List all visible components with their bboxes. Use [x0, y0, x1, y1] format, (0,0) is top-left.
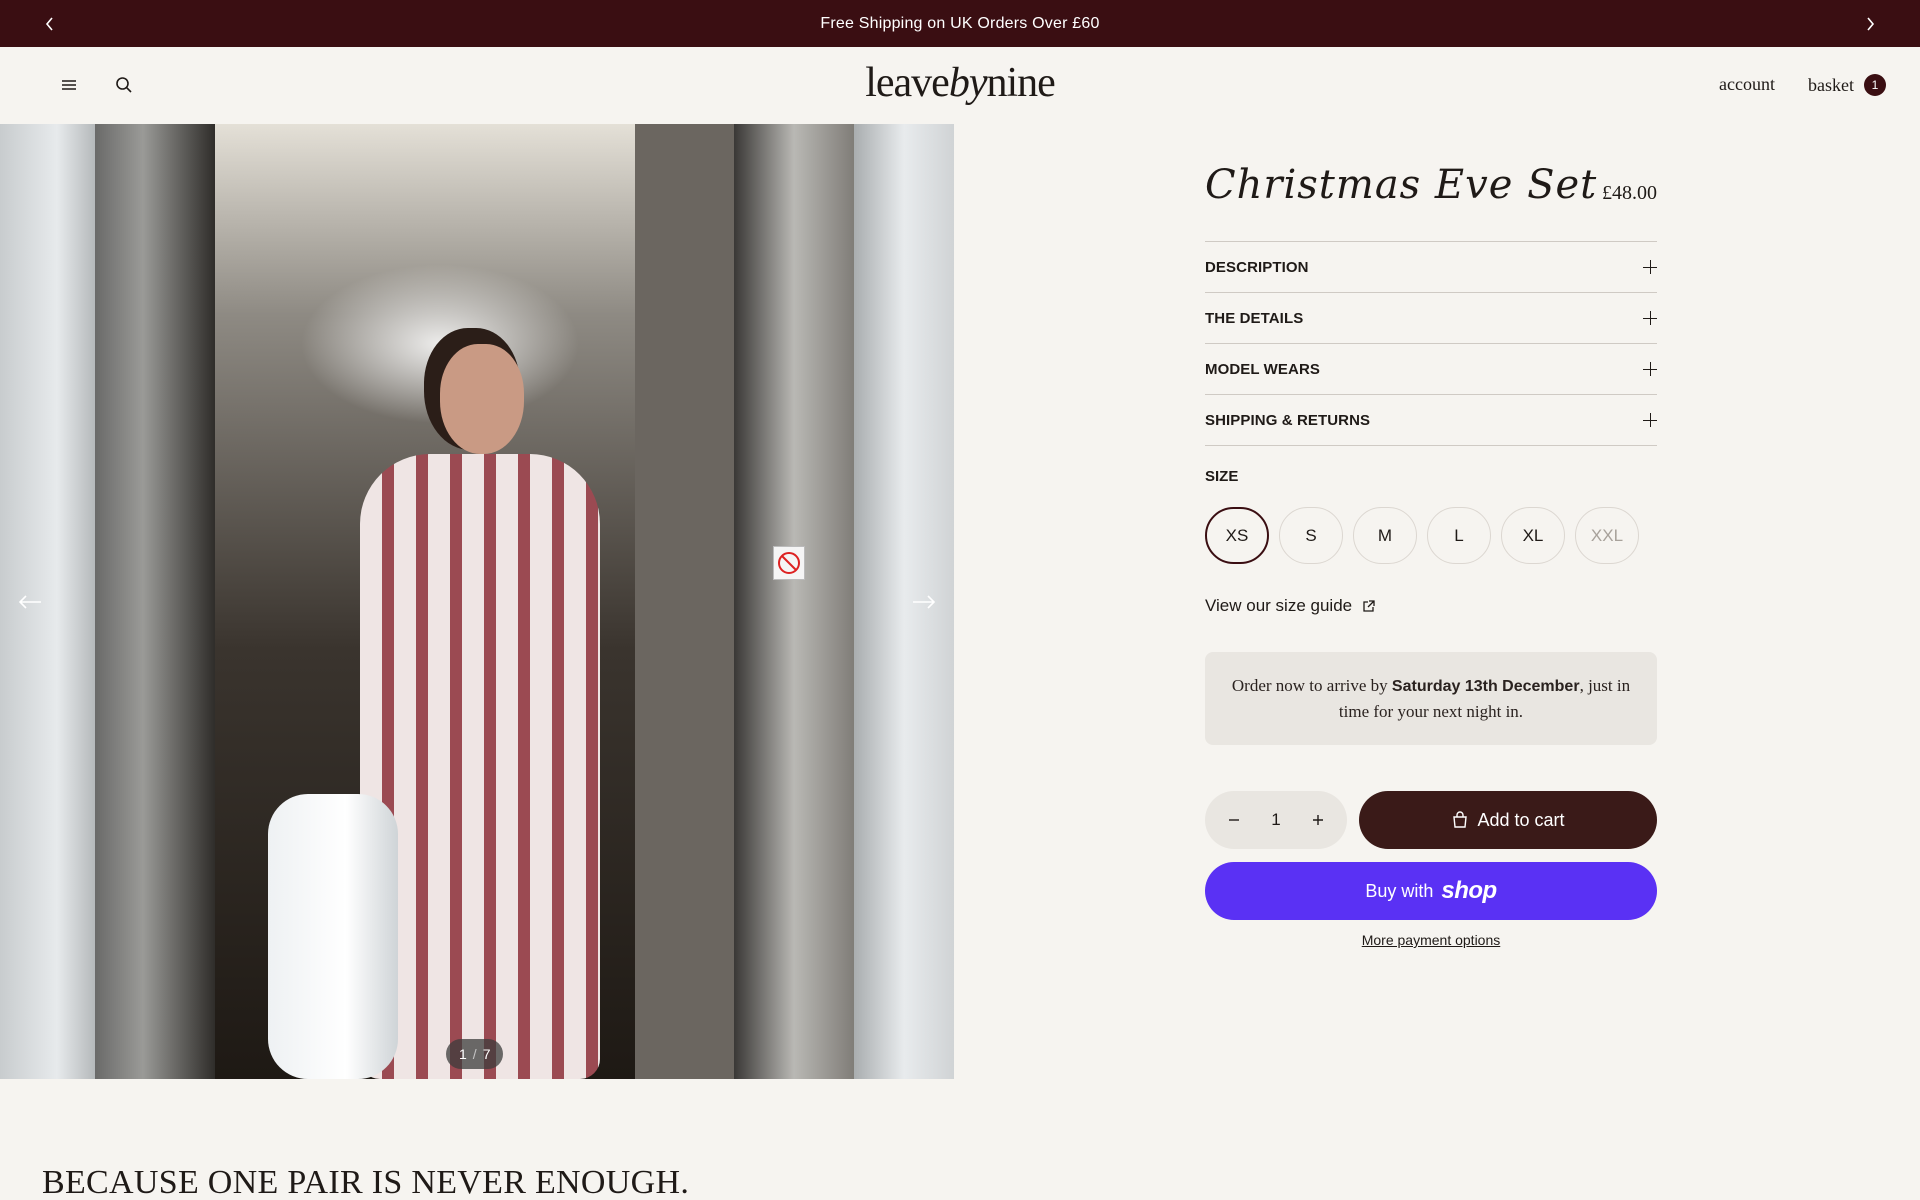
logo-text-leave: leave [865, 60, 950, 106]
site-header: leavebynine account basket 1 [0, 47, 1920, 124]
accordion-label: MODEL WEARS [1205, 360, 1320, 378]
size-selector: XS S M L XL XXL [1205, 507, 1657, 564]
gallery-next-button[interactable] [904, 582, 944, 622]
more-payment-options-link[interactable]: More payment options [1205, 932, 1657, 948]
product-price: £48.00 [1602, 182, 1657, 204]
gallery-current-index: 1 [459, 1046, 467, 1062]
plus-icon [1643, 311, 1657, 325]
size-option-l[interactable]: L [1427, 507, 1491, 564]
delivery-estimate: Order now to arrive by Saturday 13th Dec… [1205, 652, 1657, 745]
quantity-value[interactable]: 1 [1271, 810, 1280, 830]
quantity-increase-button[interactable] [1307, 809, 1329, 831]
add-to-cart-button[interactable]: Add to cart [1359, 791, 1657, 849]
cart-row: 1 Add to cart [1205, 791, 1657, 849]
size-option-xs[interactable]: XS [1205, 507, 1269, 564]
basket-count-badge: 1 [1864, 74, 1886, 96]
announcement-bar: Free Shipping on UK Orders Over £60 [0, 0, 1920, 47]
accordion-label: SHIPPING & RETURNS [1205, 411, 1371, 429]
site-logo[interactable]: leavebynine [865, 59, 1056, 107]
size-option-s[interactable]: S [1279, 507, 1343, 564]
quantity-stepper: 1 [1205, 791, 1347, 849]
shop-pay-logo: shop [1441, 877, 1497, 904]
buy-with-shop-button[interactable]: Buy with shop [1205, 862, 1657, 920]
product-photo-model [268, 224, 640, 1079]
gallery-counter-separator: / [472, 1046, 477, 1062]
arrow-left-icon [18, 595, 41, 609]
no-smoking-sign-icon [773, 546, 805, 580]
size-label: SIZE [1205, 468, 1239, 485]
search-icon [116, 77, 132, 93]
gallery-total-count: 7 [482, 1046, 491, 1062]
size-option-xxl[interactable]: XXL [1575, 507, 1639, 564]
logo-text-nine: nine [986, 60, 1055, 106]
add-to-cart-label: Add to cart [1477, 809, 1565, 830]
search-button[interactable] [113, 74, 135, 96]
external-link-icon [1363, 599, 1375, 612]
plus-icon [1643, 413, 1657, 427]
product-title-row: Christmas Eve Set £48.00 [1205, 124, 1657, 242]
accordion-label: THE DETAILS [1205, 309, 1304, 327]
chevron-left-icon [45, 16, 53, 31]
account-link[interactable]: account [1719, 74, 1775, 95]
product-image-gallery[interactable]: 1 / 7 [0, 124, 954, 1079]
basket-link[interactable]: basket 1 [1808, 74, 1886, 96]
plus-icon [1313, 815, 1323, 825]
accordion-description[interactable]: DESCRIPTION [1205, 242, 1657, 293]
size-option-xl[interactable]: XL [1501, 507, 1565, 564]
hamburger-icon [62, 80, 76, 90]
announcement-prev-button[interactable] [36, 10, 64, 38]
announcement-text: Free Shipping on UK Orders Over £60 [820, 14, 1100, 32]
accordion-the-details[interactable]: THE DETAILS [1205, 293, 1657, 344]
chevron-right-icon [1867, 16, 1875, 31]
buy-with-label: Buy with [1365, 880, 1434, 901]
shopping-bag-icon [1453, 811, 1468, 828]
delivery-date: Saturday 13th December [1391, 678, 1580, 695]
accordion-shipping-returns[interactable]: SHIPPING & RETURNS [1205, 395, 1657, 446]
menu-button[interactable] [58, 74, 80, 96]
basket-label: basket [1808, 74, 1854, 95]
quantity-decrease-button[interactable] [1223, 809, 1245, 831]
arrow-right-icon [913, 595, 936, 609]
logo-text-by: by [948, 60, 988, 106]
section-tagline: BECAUSE ONE PAIR IS NEVER ENOUGH. [42, 1164, 690, 1200]
size-guide-label: View our size guide [1205, 596, 1353, 615]
size-guide-link[interactable]: View our size guide [1205, 596, 1657, 616]
size-option-m[interactable]: M [1353, 507, 1417, 564]
delivery-prefix: Order now to arrive by [1231, 676, 1392, 695]
plus-icon [1643, 260, 1657, 274]
product-info-panel: Christmas Eve Set £48.00 DESCRIPTION THE… [1205, 124, 1657, 948]
minus-icon [1229, 819, 1239, 821]
product-title: Christmas Eve Set [1205, 162, 1598, 208]
accordion-label: DESCRIPTION [1205, 258, 1309, 276]
announcement-next-button[interactable] [1856, 10, 1884, 38]
plus-icon [1643, 362, 1657, 376]
gallery-counter: 1 / 7 [446, 1039, 504, 1069]
gallery-prev-button[interactable] [10, 582, 50, 622]
accordion-model-wears[interactable]: MODEL WEARS [1205, 344, 1657, 395]
